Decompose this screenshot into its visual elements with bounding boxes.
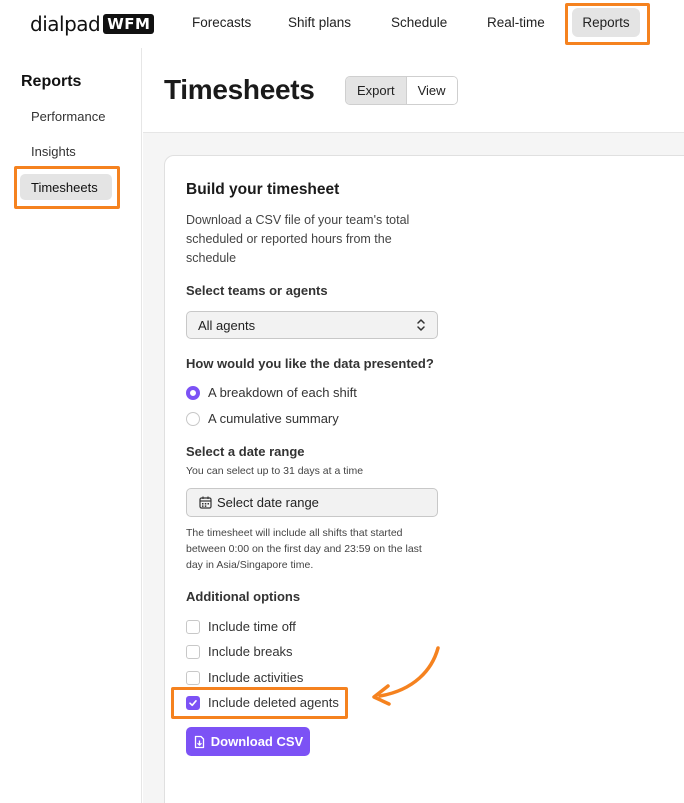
download-csv-label: Download CSV [210, 734, 304, 749]
option-include-activities[interactable]: Include activities [186, 670, 303, 685]
presentation-label: How would you like the data presented? [186, 356, 434, 371]
select-date-range-button[interactable]: Select date range [186, 488, 438, 517]
nav-reports[interactable]: Reports [572, 8, 640, 37]
radio-breakdown[interactable]: A breakdown of each shift [186, 385, 357, 400]
option-label: Include activities [208, 670, 304, 685]
download-icon [194, 735, 204, 748]
nav-real-time[interactable]: Real-time [487, 15, 545, 30]
teams-select-value: All agents [198, 317, 256, 333]
checkbox[interactable] [186, 644, 200, 659]
date-range-note: The timesheet will include all shifts th… [186, 527, 422, 571]
sidebar-item-timesheets[interactable]: Timesheets [20, 174, 112, 200]
tab-export[interactable]: Export [346, 77, 407, 104]
export-view-toggle: Export View [345, 76, 458, 105]
tab-view[interactable]: View [406, 77, 457, 104]
download-csv-button[interactable]: Download CSV [186, 727, 310, 756]
date-range-hint: You can select up to 31 days at a time [186, 465, 364, 477]
option-label: Include deleted agents [208, 695, 339, 710]
nav-forecasts[interactable]: Forecasts [192, 15, 251, 30]
sidebar-title: Reports [21, 73, 82, 90]
calendar-icon [199, 496, 212, 509]
top-navigation-bar: dialpad WFM Forecasts Shift plans Schedu… [0, 0, 684, 48]
select-date-range-label: Select date range [217, 495, 319, 510]
page-title: Timesheets [164, 74, 315, 105]
checkbox[interactable] [186, 670, 200, 685]
chevron-updown-icon [417, 319, 425, 331]
sidebar-item-insights[interactable]: Insights [31, 144, 76, 159]
option-label: Include time off [208, 619, 296, 634]
sidebar: Reports Performance Insights Timesheets [0, 48, 142, 803]
checkbox[interactable] [186, 619, 200, 634]
additional-options-label: Additional options [186, 589, 301, 604]
radio-button-selected[interactable] [186, 385, 200, 400]
radio-cumulative-label: A cumulative summary [208, 411, 339, 426]
teams-label: Select teams or agents [186, 283, 328, 298]
option-include-deleted-agents[interactable]: Include deleted agents [186, 695, 339, 710]
logo-text: dialpad [30, 12, 101, 36]
sidebar-item-performance[interactable]: Performance [31, 109, 105, 124]
nav-schedule[interactable]: Schedule [391, 15, 447, 30]
teams-select[interactable]: All agents [186, 311, 438, 339]
arrow-annotation-icon [372, 646, 440, 706]
radio-breakdown-label: A breakdown of each shift [208, 385, 357, 400]
logo-badge: WFM [103, 14, 155, 34]
checkbox-checked[interactable] [186, 695, 200, 710]
radio-cumulative[interactable]: A cumulative summary [186, 411, 339, 426]
card-description: Download a CSV file of your team's total… [186, 213, 410, 265]
option-include-breaks[interactable]: Include breaks [186, 644, 293, 659]
nav-shift-plans[interactable]: Shift plans [288, 15, 351, 30]
radio-button[interactable] [186, 411, 200, 426]
date-range-label: Select a date range [186, 444, 305, 459]
option-label: Include breaks [208, 644, 293, 659]
check-icon [189, 699, 197, 706]
card-title: Build your timesheet [186, 181, 340, 198]
option-include-time-off[interactable]: Include time off [186, 619, 296, 634]
dialpad-wfm-logo[interactable]: dialpad WFM [30, 12, 155, 36]
